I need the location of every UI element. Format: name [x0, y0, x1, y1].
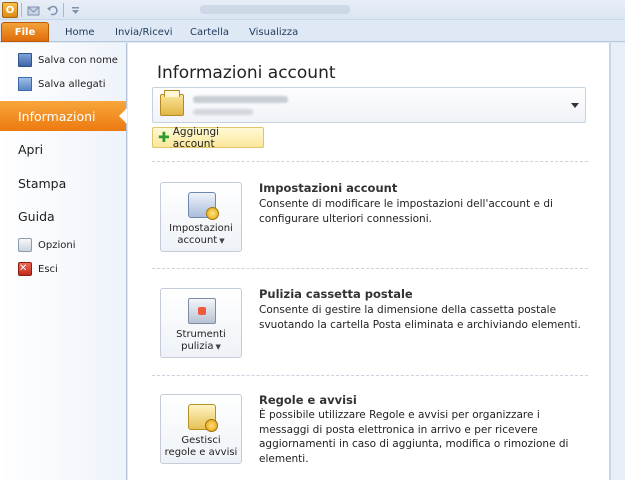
nav-options-label: Opzioni: [38, 239, 76, 251]
divider: [152, 161, 588, 162]
nav-exit[interactable]: ✕ Esci: [0, 258, 126, 280]
plus-icon: ✚: [158, 129, 170, 146]
tab-file[interactable]: File: [1, 22, 49, 42]
nav-options[interactable]: Opzioni: [0, 234, 126, 256]
outlook-logo-icon[interactable]: O: [2, 2, 18, 18]
nav-help[interactable]: Guida: [0, 201, 126, 231]
quick-access-toolbar: O: [2, 1, 83, 19]
divider: [152, 268, 588, 269]
mailbox-cleanup-title: Pulizia cassetta postale: [259, 287, 413, 301]
account-settings-button[interactable]: Impostazioni account ▼: [160, 182, 242, 252]
window-title-redacted: [200, 5, 350, 14]
account-settings-button-line2: account: [177, 235, 218, 246]
rules-alerts-title: Regole e avvisi: [259, 393, 357, 407]
qat-separator: [63, 3, 64, 17]
nav-print[interactable]: Stampa: [0, 168, 126, 198]
save-attachments-icon: [18, 77, 32, 91]
divider: [152, 375, 588, 376]
tab-home[interactable]: Home: [65, 23, 95, 41]
account-settings-icon: [188, 192, 219, 220]
tab-view[interactable]: Visualizza: [249, 23, 298, 41]
account-email-redacted: [193, 96, 288, 103]
nav-info[interactable]: Informazioni: [0, 101, 127, 131]
qat-separator: [21, 3, 22, 17]
account-folder-icon: [160, 90, 184, 116]
exit-icon: ✕: [18, 262, 32, 276]
account-settings-description: Consente di modificare le impostazioni d…: [259, 198, 553, 225]
mailbox-cleanup-icon: [188, 298, 216, 324]
account-type-redacted: [193, 109, 253, 115]
customize-qat-icon[interactable]: [67, 2, 83, 18]
cleanup-tools-button[interactable]: Strumenti pulizia ▼: [160, 288, 242, 358]
tab-send-receive[interactable]: Invia/Ricevi: [115, 23, 173, 41]
tab-folder[interactable]: Cartella: [190, 23, 229, 41]
mailbox-cleanup-description: Consente di gestire la dimensione della …: [259, 304, 581, 331]
backstage-nav: Salva con nome Salva allegati Informazio…: [0, 43, 127, 480]
nav-save-attachments[interactable]: Salva allegati: [0, 73, 126, 95]
nav-save-attachments-label: Salva allegati: [38, 78, 106, 90]
add-account-label: Aggiungi account: [172, 125, 220, 150]
ribbon-tabs: File Home Invia/Ricevi Cartella Visualiz…: [0, 20, 625, 42]
title-bar: O: [0, 0, 625, 20]
manage-rules-button[interactable]: Gestisci regole e avvisi: [160, 394, 242, 464]
dropdown-caret-icon: ▼: [215, 343, 221, 351]
chevron-down-icon: [571, 103, 579, 108]
page-title: Informazioni account: [157, 63, 336, 83]
rules-alerts-icon: [188, 404, 218, 432]
add-account-button[interactable]: ✚ Aggiungi account: [152, 125, 264, 150]
account-selector[interactable]: [152, 87, 586, 123]
nav-save-as-label: Salva con nome: [38, 54, 118, 66]
cleanup-tools-button-line1: Strumenti: [176, 329, 226, 340]
window-right-frame: [610, 43, 625, 480]
account-info-panel: Informazioni account ✚ Aggiungi account …: [128, 43, 610, 480]
options-icon: [18, 238, 32, 252]
manage-rules-button-line2: regole e avvisi: [164, 447, 238, 458]
cleanup-tools-button-line2: pulizia: [181, 341, 214, 352]
account-settings-button-line1: Impostazioni: [169, 223, 233, 234]
manage-rules-button-line1: Gestisci: [181, 435, 221, 446]
rules-alerts-description: È possibile utilizzare Regole e avvisi p…: [259, 409, 569, 465]
nav-open[interactable]: Apri: [0, 134, 126, 164]
send-receive-icon[interactable]: [25, 2, 41, 18]
nav-exit-label: Esci: [38, 263, 58, 275]
save-as-icon: [18, 53, 32, 67]
account-settings-title: Impostazioni account: [259, 181, 398, 195]
undo-icon[interactable]: [44, 2, 60, 18]
dropdown-caret-icon: ▼: [219, 237, 225, 245]
nav-save-as[interactable]: Salva con nome: [0, 49, 126, 71]
